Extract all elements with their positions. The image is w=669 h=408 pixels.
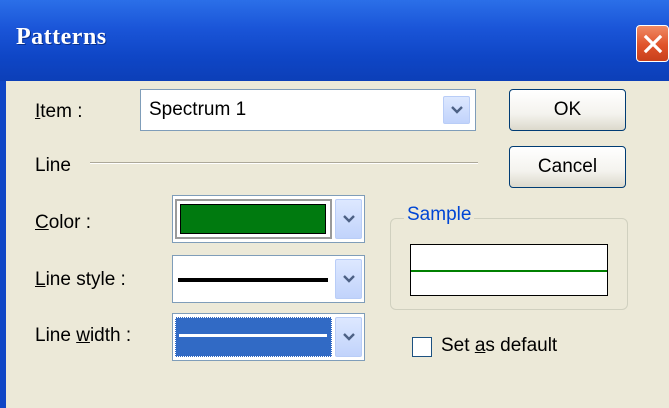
line-style-select[interactable] [172,255,365,303]
chevron-down-icon [451,106,463,114]
item-select[interactable]: Spectrum 1 [140,89,476,131]
line-width-label: Line width : [35,325,131,347]
sample-line [411,270,607,272]
line-width-label-accesskey: w [76,325,90,346]
close-button[interactable] [636,25,669,62]
color-swatch [175,199,332,239]
item-label: Item : [35,101,83,123]
line-style-label-accesskey: L [35,269,46,290]
line-separator [90,162,478,164]
title-bar[interactable]: Patterns [0,0,669,81]
line-width-label-prefix: Line [35,325,77,346]
line-style-label: Line style : [35,269,126,291]
line-width-label-text: idth : [89,325,132,346]
color-label: Color : [35,212,91,234]
item-select-value: Spectrum 1 [149,99,247,120]
line-width-highlight [175,317,332,357]
chevron-down-icon [343,275,355,283]
color-label-text: olor : [48,212,91,233]
set-as-default-prefix: Set [441,335,475,356]
line-style-dropdown-button[interactable] [335,259,362,299]
chevron-down-icon [343,215,355,223]
line-width-sample [179,334,327,337]
solid-line-sample [178,278,328,282]
color-label-accesskey: C [35,212,49,233]
line-style-label-text: ine style : [45,269,126,290]
sample-preview [410,244,608,296]
item-label-text: tem : [40,101,83,122]
set-as-default-accesskey: a [474,335,486,356]
line-width-dropdown-button[interactable] [335,317,362,357]
item-dropdown-button[interactable] [443,96,470,124]
line-section-label: Line [35,155,71,176]
line-width-select[interactable] [172,313,365,361]
set-as-default-text: s default [485,335,558,356]
color-swatch-fill [180,204,326,234]
color-dropdown-button[interactable] [335,199,362,239]
sample-label: Sample [404,204,475,226]
window-frame [0,81,6,408]
close-icon [643,34,663,54]
chevron-down-icon [343,333,355,341]
ok-button[interactable]: OK [509,89,626,131]
set-as-default-label[interactable]: Set as default [441,335,557,357]
window-title: Patterns [16,24,107,50]
set-as-default-checkbox[interactable] [412,337,432,357]
color-select[interactable] [172,195,365,243]
cancel-button[interactable]: Cancel [509,146,626,188]
patterns-dialog: Patterns Item : Spectrum 1 Line Color : [0,0,669,408]
